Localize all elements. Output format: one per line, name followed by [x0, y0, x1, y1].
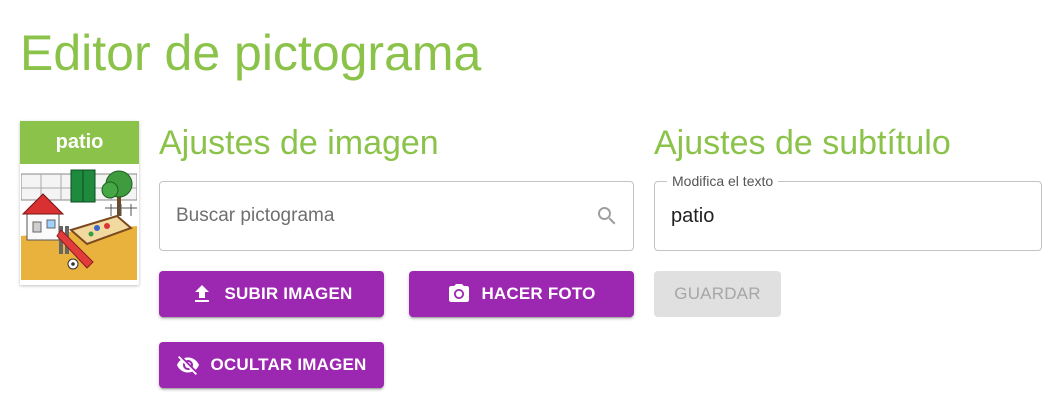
search-icon[interactable] — [595, 204, 619, 228]
hide-image-label: OCULTAR IMAGEN — [210, 355, 367, 374]
subtitle-text-field: Modifica el texto — [654, 173, 1042, 251]
take-photo-label: HACER FOTO — [481, 284, 596, 303]
upload-image-button[interactable]: SUBIR IMAGEN — [159, 271, 384, 317]
hide-image-button[interactable]: OCULTAR IMAGEN — [159, 342, 384, 388]
pictogram-card: patio — [20, 121, 139, 285]
pictogram-image — [21, 168, 137, 280]
subtitle-text-input[interactable] — [671, 182, 1021, 250]
image-settings-title: Ajustes de imagen — [159, 124, 439, 162]
eye-off-icon — [176, 353, 200, 377]
search-input[interactable] — [176, 182, 576, 250]
page-title: Editor de pictograma — [20, 25, 482, 81]
search-field — [159, 181, 634, 251]
save-button[interactable]: GUARDAR — [654, 271, 781, 317]
upload-image-label: SUBIR IMAGEN — [224, 284, 353, 303]
subtitle-settings-title: Ajustes de subtítulo — [654, 124, 951, 162]
upload-icon — [190, 282, 214, 306]
pictogram-caption: patio — [20, 121, 139, 164]
take-photo-button[interactable]: HACER FOTO — [409, 271, 634, 317]
camera-icon — [447, 282, 471, 306]
